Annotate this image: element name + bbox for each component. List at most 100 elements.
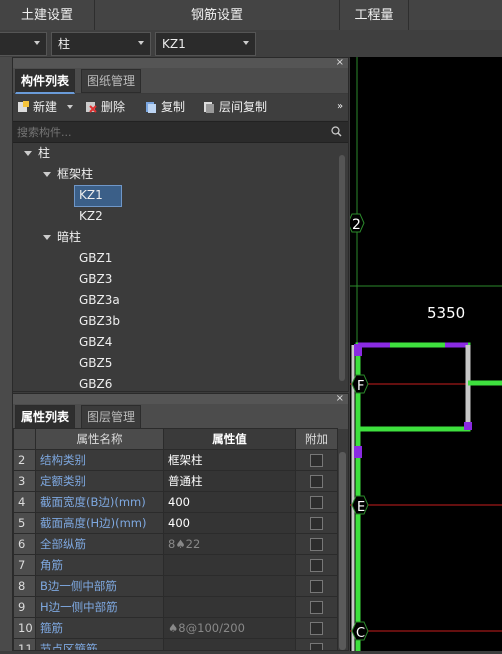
table-row[interactable]: 6 全部纵筋 8♠22 [13, 533, 338, 555]
property-value[interactable]: 框架柱 [163, 449, 296, 471]
tree-group-hidden-column[interactable]: 暗柱 [57, 227, 81, 247]
tree-item[interactable]: GBZ3a [79, 290, 120, 310]
delete-icon [86, 102, 97, 113]
extra-checkbox[interactable] [310, 580, 323, 593]
delete-button[interactable]: 删除 [85, 99, 125, 115]
row-number: 2 [13, 449, 36, 471]
extra-cell [295, 638, 338, 650]
expand-icon[interactable] [24, 151, 32, 156]
tree-scrollbar[interactable] [339, 155, 345, 381]
property-value[interactable] [163, 575, 296, 597]
copy-icon [146, 102, 156, 113]
extra-checkbox[interactable] [310, 475, 323, 488]
new-icon [18, 101, 29, 112]
new-button[interactable]: 新建 [17, 99, 73, 115]
wall-node [354, 446, 362, 458]
search-icon[interactable] [331, 126, 342, 137]
extra-checkbox[interactable] [310, 496, 323, 509]
more-tools-button[interactable]: » [337, 99, 343, 115]
table-header: 属性名称 属性值 附加 [13, 428, 338, 450]
expand-icon[interactable] [43, 172, 51, 177]
extra-checkbox[interactable] [310, 622, 323, 635]
close-icon[interactable]: × [336, 394, 344, 404]
extra-checkbox[interactable] [310, 454, 323, 467]
table-row[interactable]: 2 结构类别 框架柱 [13, 449, 338, 471]
extra-cell [295, 449, 338, 471]
category-select[interactable]: 柱 [51, 32, 151, 56]
row-number: 9 [13, 596, 36, 618]
tree-item[interactable]: GBZ1 [79, 248, 112, 268]
tab-property-list[interactable]: 属性列表 [15, 405, 76, 430]
copy-button[interactable]: 复制 [145, 99, 185, 115]
delete-button-label: 删除 [101, 100, 126, 114]
header-no [13, 428, 36, 450]
table-row[interactable]: 11 节点区箍筋 [13, 638, 338, 650]
floor-select[interactable] [0, 32, 47, 56]
table-row[interactable]: 4 截面宽度(B边)(mm) 400 [13, 491, 338, 513]
row-number: 10 [13, 617, 36, 639]
property-value[interactable] [163, 638, 296, 650]
extra-cell [295, 575, 338, 597]
property-value[interactable]: 400 [163, 512, 296, 534]
property-tabs: × 属性列表 图层管理 [13, 394, 348, 430]
extra-checkbox[interactable] [310, 601, 323, 614]
tree-group-frame-column[interactable]: 框架柱 [57, 164, 93, 184]
property-name: 节点区箍筋 [35, 638, 164, 650]
element-select[interactable]: KZ1 [155, 32, 256, 56]
floor-copy-button-label: 层间复制 [219, 100, 268, 114]
new-button-label: 新建 [33, 100, 58, 114]
row-number: 11 [13, 638, 36, 650]
menu-quantity[interactable]: 工程量 [340, 0, 409, 30]
extra-checkbox[interactable] [310, 517, 323, 530]
table-row[interactable]: 9 H边一侧中部筋 [13, 596, 338, 618]
tree-item[interactable]: GBZ3b [79, 311, 120, 331]
floor-copy-button[interactable]: 层间复制 [203, 99, 267, 115]
chevron-down-icon [243, 41, 249, 45]
tree-item[interactable]: GBZ6 [79, 374, 112, 391]
tree-item[interactable]: GBZ5 [79, 353, 112, 373]
chevron-down-icon [138, 41, 144, 45]
tree-item[interactable]: GBZ4 [79, 332, 112, 352]
tab-drawing-management[interactable]: 图纸管理 [81, 69, 142, 93]
expand-icon[interactable] [43, 235, 51, 240]
property-value[interactable]: ♠8@100/200 [163, 617, 296, 639]
extra-checkbox[interactable] [310, 559, 323, 572]
property-value[interactable]: 8♠22 [163, 533, 296, 555]
table-row[interactable]: 3 定额类别 普通柱 [13, 470, 338, 492]
extra-cell [295, 491, 338, 513]
floor-copy-icon [204, 102, 214, 113]
table-row[interactable]: 7 角筋 [13, 554, 338, 576]
extra-cell [295, 533, 338, 555]
header-extra: 附加 [295, 428, 338, 450]
extra-checkbox[interactable] [310, 538, 323, 551]
panel-titlebar [13, 58, 348, 68]
element-select-value: KZ1 [162, 37, 186, 51]
property-name: 结构类别 [35, 449, 164, 471]
extra-checkbox[interactable] [310, 643, 323, 650]
property-name: 全部纵筋 [35, 533, 164, 555]
tree-item[interactable]: GBZ3 [79, 269, 112, 289]
property-scrollbar[interactable] [339, 452, 346, 650]
tab-layer-management[interactable]: 图层管理 [81, 405, 142, 429]
tab-component-list[interactable]: 构件列表 [15, 69, 76, 94]
search-input[interactable] [15, 123, 329, 141]
row-number: 3 [13, 470, 36, 492]
property-name: B边一侧中部筋 [35, 575, 164, 597]
close-icon[interactable]: × [336, 58, 344, 68]
property-name: 箍筋 [35, 617, 164, 639]
tree-item-kz1[interactable]: KZ1 [74, 185, 122, 207]
row-number: 6 [13, 533, 36, 555]
table-row[interactable]: 8 B边一侧中部筋 [13, 575, 338, 597]
tree-root[interactable]: 柱 [38, 143, 50, 163]
menu-rebar-settings[interactable]: 钢筋设置 [95, 0, 340, 30]
property-value[interactable]: 普通柱 [163, 470, 296, 492]
property-value[interactable] [163, 554, 296, 576]
column-outline[interactable] [355, 342, 471, 432]
drawing-canvas[interactable]: 5350 2 F E C [347, 57, 502, 651]
property-value[interactable]: 400 [163, 491, 296, 513]
menu-civil-settings[interactable]: 土建设置 [0, 0, 95, 30]
table-row[interactable]: 5 截面高度(H边)(mm) 400 [13, 512, 338, 534]
table-row[interactable]: 10 箍筋 ♠8@100/200 [13, 617, 338, 639]
property-value[interactable] [163, 596, 296, 618]
tree-item-kz2[interactable]: KZ2 [79, 206, 103, 226]
